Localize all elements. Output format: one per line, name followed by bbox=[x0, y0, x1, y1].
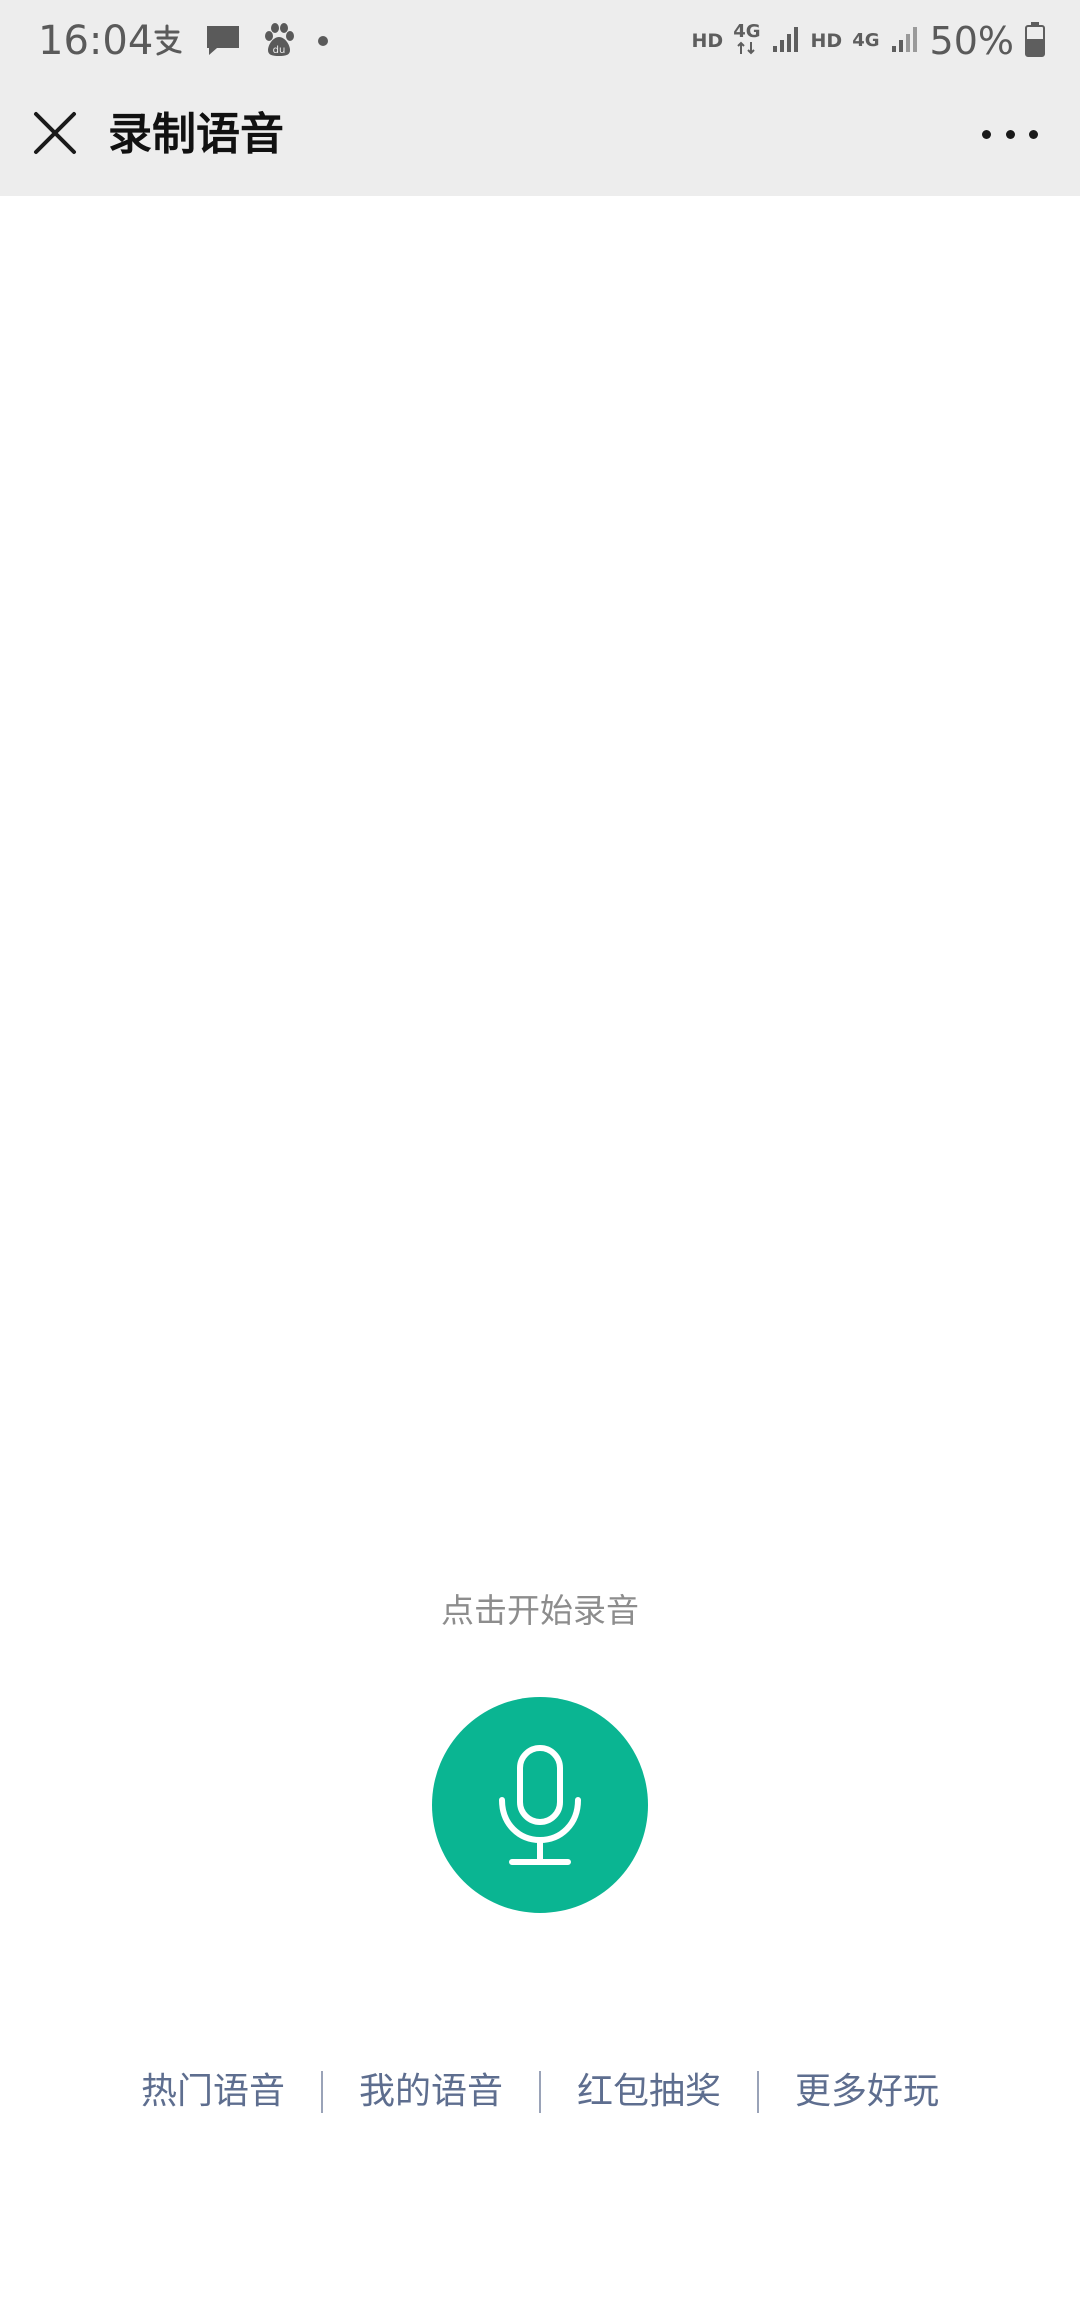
nav-link-my-voice[interactable]: 我的语音 bbox=[337, 2068, 525, 2116]
hd-label: HD bbox=[691, 30, 724, 52]
nav-divider bbox=[539, 2071, 541, 2113]
nav-link-more-fun[interactable]: 更多好玩 bbox=[773, 2068, 961, 2116]
alipay-icon bbox=[150, 22, 186, 62]
battery-text: 50% bbox=[929, 19, 1014, 63]
nav-link-hot-voice[interactable]: 热门语音 bbox=[119, 2068, 307, 2116]
signal-icon bbox=[771, 24, 801, 58]
dot-icon bbox=[316, 33, 330, 52]
more-icon-dot bbox=[1005, 129, 1015, 139]
bottom-nav: 热门语音 我的语音 红包抽奖 更多好玩 bbox=[0, 2068, 1080, 2116]
close-icon bbox=[34, 112, 76, 154]
svg-text:du: du bbox=[273, 45, 286, 56]
notification-icons: du bbox=[150, 22, 330, 62]
status-time: 16:04 bbox=[38, 18, 154, 64]
message-icon bbox=[204, 22, 242, 62]
record-hint: 点击开始录音 bbox=[441, 1591, 639, 1630]
network-4g-label: 4G bbox=[733, 23, 761, 59]
more-icon-dot bbox=[982, 129, 991, 139]
nav-divider bbox=[757, 2071, 760, 2113]
close-button[interactable] bbox=[30, 108, 80, 158]
title-bar: 录制语音 bbox=[0, 82, 1080, 196]
network-4g-label-2: 4G bbox=[852, 30, 880, 51]
nav-divider bbox=[320, 2071, 323, 2113]
baidu-icon: du bbox=[260, 21, 298, 63]
page-title: 录制语音 bbox=[108, 109, 284, 160]
nav-link-red-packet[interactable]: 红包抽奖 bbox=[555, 2068, 743, 2116]
status-bar: 16:04 du HD 4G HD 4G 50% bbox=[0, 0, 1080, 82]
more-button[interactable] bbox=[982, 114, 1038, 154]
hd-label-2: HD bbox=[810, 30, 843, 52]
microphone-icon bbox=[499, 1745, 581, 1865]
signal-icon-2 bbox=[890, 24, 920, 58]
status-right: HD 4G HD 4G 50% bbox=[692, 18, 1046, 64]
battery-icon bbox=[1024, 21, 1046, 61]
more-icon-dot bbox=[1029, 129, 1038, 139]
record-button[interactable] bbox=[432, 1697, 648, 1913]
